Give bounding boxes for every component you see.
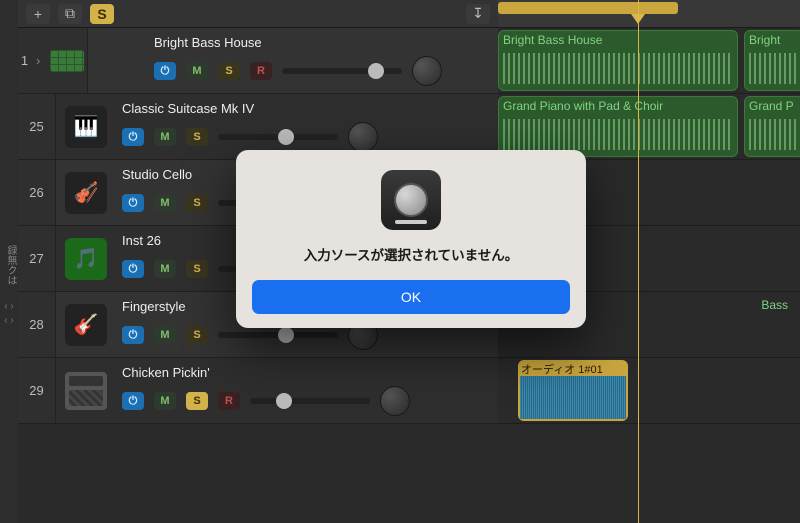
ok-button[interactable]: OK [252,280,570,314]
dialog-message: 入力ソースが選択されていません。 [252,244,570,264]
logic-app-icon [381,170,441,230]
alert-dialog: 入力ソースが選択されていません。 OK [236,150,586,328]
playhead[interactable] [638,0,639,523]
